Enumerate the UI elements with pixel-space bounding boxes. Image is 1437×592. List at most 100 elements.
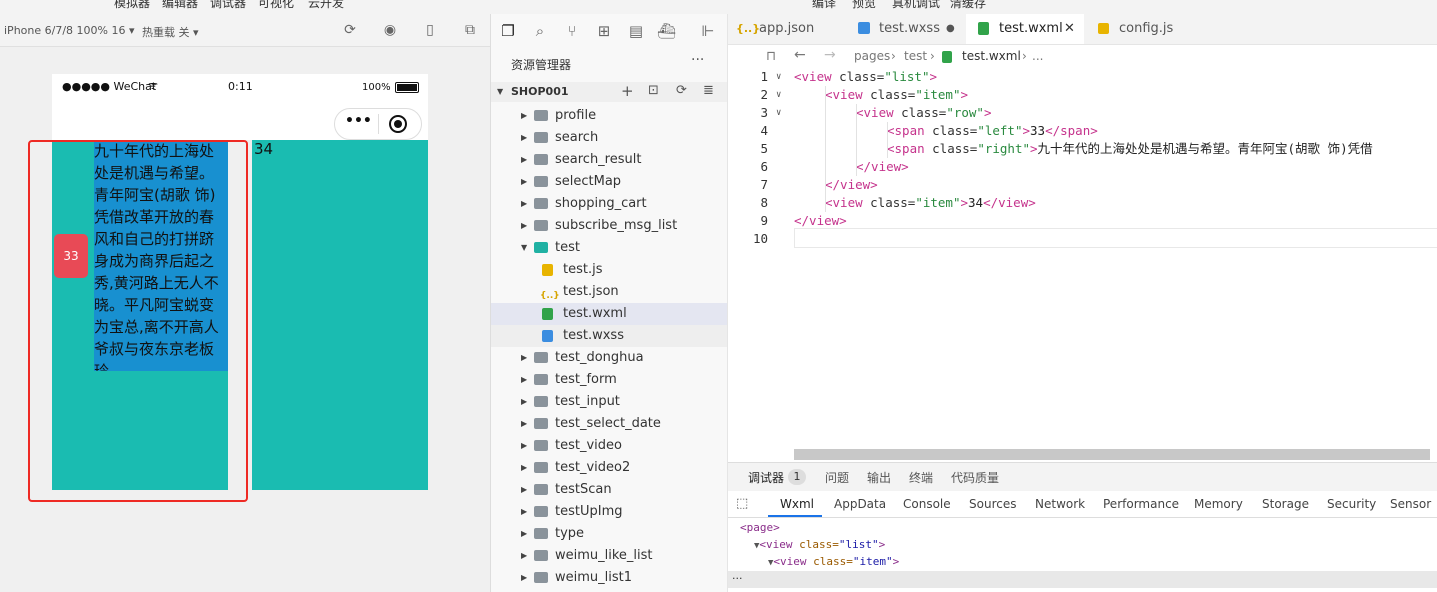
panel-toggle-icon[interactable]: ⊩ bbox=[699, 22, 717, 40]
devtab-storage[interactable]: Storage bbox=[1262, 497, 1309, 511]
horizontal-scrollbar[interactable] bbox=[794, 449, 1430, 460]
bookmark-icon[interactable]: ⊓ bbox=[766, 49, 776, 64]
menu-editor[interactable]: 编辑器 bbox=[162, 0, 198, 11]
folder-item[interactable]: ▼ test bbox=[491, 237, 727, 259]
cloud-icon[interactable]: ▤ bbox=[627, 22, 645, 40]
devtab-memory[interactable]: Memory bbox=[1194, 497, 1243, 511]
chevron-down-icon[interactable]: ▼ bbox=[521, 237, 527, 259]
chevron-right-icon[interactable]: ▶ bbox=[521, 567, 527, 589]
file-item[interactable]: {..} test.json bbox=[491, 281, 727, 303]
chevron-right-icon[interactable]: ▶ bbox=[521, 545, 527, 567]
hot-reload-select[interactable]: 热重载 关 ▾ bbox=[142, 24, 199, 40]
chevron-right-icon[interactable]: ▶ bbox=[521, 369, 527, 391]
files-icon[interactable]: ❐ bbox=[499, 22, 517, 40]
stop-icon[interactable]: ◉ bbox=[382, 22, 398, 38]
chevron-right-icon[interactable]: ▶ bbox=[521, 391, 527, 413]
tab-output[interactable]: 输出 bbox=[867, 469, 891, 486]
capsule-button[interactable]: ••• bbox=[334, 108, 422, 140]
dom-node[interactable]: ▼<view class="list"> bbox=[754, 536, 885, 553]
folder-item[interactable]: ▶ test_video bbox=[491, 435, 727, 457]
devtab-sensor[interactable]: Sensor bbox=[1390, 497, 1431, 511]
folder-item[interactable]: ▶ weimu_list1 bbox=[491, 567, 727, 589]
fold-icon[interactable]: ∨ bbox=[776, 86, 781, 104]
chevron-right-icon[interactable]: ▶ bbox=[521, 413, 527, 435]
folder-item[interactable]: ▶ test_select_date bbox=[491, 413, 727, 435]
collapse-all-icon[interactable]: ≣ bbox=[703, 83, 714, 98]
tab-terminal[interactable]: 终端 bbox=[909, 469, 933, 486]
tab-debugger[interactable]: 调试器 bbox=[748, 469, 784, 486]
forward-icon[interactable]: → bbox=[824, 47, 836, 63]
chevron-right-icon[interactable]: ▶ bbox=[521, 479, 527, 501]
search-icon[interactable]: ⌕ bbox=[531, 22, 549, 40]
devtab-security[interactable]: Security bbox=[1327, 497, 1376, 511]
fold-icon[interactable]: ∨ bbox=[776, 68, 781, 86]
devtab-appdata[interactable]: AppData bbox=[834, 497, 886, 511]
tab-problems[interactable]: 问题 bbox=[825, 469, 849, 486]
new-file-icon[interactable]: + bbox=[621, 82, 634, 100]
devtab-sources[interactable]: Sources bbox=[969, 497, 1016, 511]
tab-app-json[interactable]: {..} app.json bbox=[728, 14, 846, 44]
breadcrumb-test[interactable]: test bbox=[904, 49, 927, 63]
folder-item[interactable]: ▶ test_donghua bbox=[491, 347, 727, 369]
folder-item[interactable]: ▶ search_result bbox=[491, 149, 727, 171]
menu-simulator[interactable]: 模拟器 bbox=[114, 0, 150, 11]
folder-item[interactable]: ▶ testScan bbox=[491, 479, 727, 501]
folder-item[interactable]: ▶ testUpImg bbox=[491, 501, 727, 523]
folder-item[interactable]: ▶ selectMap bbox=[491, 171, 727, 193]
dom-node[interactable]: <page> bbox=[740, 519, 780, 536]
tab-config-js[interactable]: config.js bbox=[1086, 14, 1196, 44]
device-select[interactable]: iPhone 6/7/8 100% 16 ▾ bbox=[4, 24, 135, 37]
folder-item[interactable]: ▶ test_form bbox=[491, 369, 727, 391]
menu-compile[interactable]: 编译 bbox=[812, 0, 836, 11]
back-icon[interactable]: ← bbox=[794, 47, 806, 63]
fold-icon[interactable]: ∨ bbox=[776, 104, 781, 122]
menu-preview[interactable]: 预览 bbox=[852, 0, 876, 11]
folder-item[interactable]: ▶ test_input bbox=[491, 391, 727, 413]
more-icon[interactable]: ••• bbox=[345, 113, 372, 129]
project-collapse-icon[interactable]: ▼ bbox=[497, 87, 503, 96]
dom-node[interactable]: ▼<view class="item"> bbox=[768, 553, 899, 570]
chevron-right-icon[interactable]: ▶ bbox=[521, 347, 527, 369]
tab-test-wxss[interactable]: test.wxss ● bbox=[846, 14, 966, 44]
breadcrumb-file[interactable]: test.wxml bbox=[962, 49, 1021, 63]
explorer-more-icon[interactable]: ··· bbox=[691, 52, 704, 68]
close-mini-icon[interactable] bbox=[389, 115, 407, 133]
folder-item[interactable]: ▶ search bbox=[491, 127, 727, 149]
devtab-performance[interactable]: Performance bbox=[1103, 497, 1179, 511]
file-item[interactable]: test.wxss bbox=[491, 325, 727, 347]
chevron-right-icon[interactable]: ▶ bbox=[521, 523, 527, 545]
menu-debugger[interactable]: 调试器 bbox=[210, 0, 246, 11]
project-row[interactable]: ▼ SHOP001 + ⊡ ⟳ ≣ bbox=[491, 82, 727, 102]
breadcrumb-pages[interactable]: pages bbox=[854, 49, 890, 63]
folder-item[interactable]: ▶ shopping_cart bbox=[491, 193, 727, 215]
close-tab-icon[interactable]: ✕ bbox=[1064, 14, 1075, 44]
file-item[interactable]: test.js bbox=[491, 259, 727, 281]
menu-visual[interactable]: 可视化 bbox=[258, 0, 294, 11]
folder-item[interactable]: ▶ profile bbox=[491, 105, 727, 127]
dom-dots-icon[interactable]: ··· bbox=[732, 572, 743, 585]
menu-cloud[interactable]: 云开发 bbox=[308, 0, 344, 11]
folder-item[interactable]: ▶ test_video2 bbox=[491, 457, 727, 479]
chevron-right-icon[interactable]: ▶ bbox=[521, 149, 527, 171]
tab-test-wxml[interactable]: test.wxml ✕ bbox=[966, 14, 1084, 44]
unsaved-dot-icon[interactable]: ● bbox=[946, 14, 955, 44]
folder-item[interactable]: ▶ subscribe_msg_list bbox=[491, 215, 727, 237]
folder-item[interactable]: ▶ type bbox=[491, 523, 727, 545]
code-area[interactable]: 1 ∨ <view class="list"> 2 ∨ <view class="item… bbox=[728, 68, 1437, 448]
chevron-right-icon[interactable]: ▶ bbox=[521, 215, 527, 237]
chevron-right-icon[interactable]: ▶ bbox=[521, 171, 527, 193]
chevron-right-icon[interactable]: ▶ bbox=[521, 105, 527, 127]
breadcrumb-more[interactable]: ... bbox=[1032, 49, 1043, 63]
file-item[interactable]: test.wxml bbox=[491, 303, 727, 325]
refresh-icon[interactable]: ⟳ bbox=[342, 22, 358, 38]
git-icon[interactable]: ⑂ bbox=[563, 22, 581, 40]
new-folder-icon[interactable]: ⊡ bbox=[648, 83, 659, 98]
extensions-icon[interactable]: ⊞ bbox=[595, 22, 613, 40]
chevron-right-icon[interactable]: ▶ bbox=[521, 127, 527, 149]
menu-real-debug[interactable]: 真机调试 bbox=[892, 0, 940, 11]
tab-code-quality[interactable]: 代码质量 bbox=[951, 469, 999, 486]
devtab-wxml[interactable]: Wxml bbox=[780, 497, 814, 511]
chevron-right-icon[interactable]: ▶ bbox=[521, 501, 527, 523]
window-icon[interactable]: ⧉ bbox=[462, 22, 478, 38]
chevron-right-icon[interactable]: ▶ bbox=[521, 435, 527, 457]
